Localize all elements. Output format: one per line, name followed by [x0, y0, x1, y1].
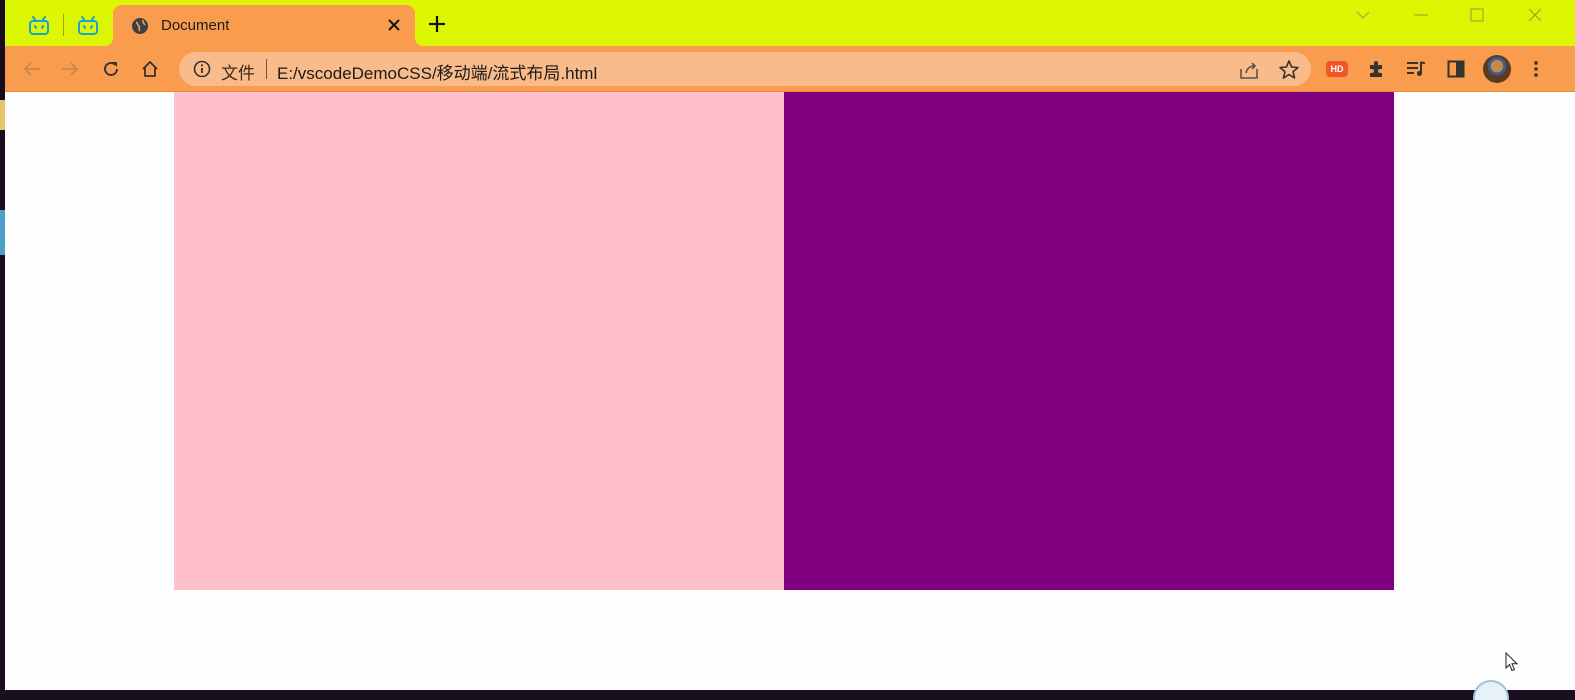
pinned-tab-bilibili[interactable]: [74, 12, 102, 40]
reload-icon: [104, 62, 118, 76]
window-close-button[interactable]: [1507, 0, 1563, 30]
tab-search-button[interactable]: [1335, 0, 1391, 30]
floating-widget[interactable]: [1473, 680, 1509, 700]
tab-close-button[interactable]: [383, 14, 405, 36]
bilibili-icon: [29, 16, 49, 35]
minimize-icon: [1414, 14, 1428, 16]
browser-menu-button[interactable]: [1521, 54, 1551, 84]
arrow-right-icon: [62, 62, 79, 76]
home-button[interactable]: [135, 54, 165, 84]
home-icon: [142, 61, 158, 77]
share-icon[interactable]: [1237, 58, 1261, 82]
tab-strip: Document: [5, 0, 1575, 46]
maximize-icon: [1470, 8, 1484, 22]
pinned-tab-bilibili[interactable]: [25, 12, 53, 40]
tab-separator: [63, 14, 64, 36]
tab-title: Document: [161, 17, 230, 34]
browser-window: Document 文件 E:/vscodeDemoCSS/移动端/流式布局.ht…: [5, 0, 1575, 700]
bookmark-star-icon[interactable]: [1277, 58, 1301, 82]
minimize-button[interactable]: [1393, 0, 1449, 30]
close-icon: [1528, 8, 1542, 22]
maximize-button[interactable]: [1449, 0, 1505, 30]
tab-document[interactable]: Document: [104, 5, 424, 46]
flow-layout-container: [174, 92, 1394, 590]
chevron-down-icon: [1356, 11, 1370, 19]
bilibili-icon: [78, 16, 98, 35]
media-queue-icon: [1407, 61, 1426, 76]
arrow-left-icon: [23, 62, 40, 76]
security-chip-label[interactable]: 文件: [221, 59, 255, 84]
side-panel-icon: [1447, 60, 1465, 78]
browser-toolbar: 文件 E:/vscodeDemoCSS/移动端/流式布局.html HD: [5, 46, 1575, 92]
avatar[interactable]: [1483, 55, 1511, 83]
info-icon[interactable]: [193, 60, 211, 78]
page-viewport: [5, 92, 1575, 700]
plus-icon: [429, 16, 445, 32]
kebab-menu-icon: [1534, 61, 1538, 77]
chip-divider: [266, 59, 267, 79]
back-button[interactable]: [17, 54, 47, 84]
puzzle-icon: [1370, 61, 1382, 77]
mouse-cursor-icon: [1505, 652, 1519, 672]
extensions-button[interactable]: [1362, 54, 1392, 84]
close-icon: [388, 19, 400, 31]
hd-extension-icon[interactable]: HD: [1326, 61, 1348, 77]
address-bar[interactable]: 文件 E:/vscodeDemoCSS/移动端/流式布局.html: [179, 52, 1311, 86]
reload-button[interactable]: [96, 54, 126, 84]
url-text[interactable]: E:/vscodeDemoCSS/移动端/流式布局.html: [277, 59, 597, 84]
new-tab-button[interactable]: [425, 12, 449, 36]
purple-box: [784, 92, 1394, 590]
globe-icon: [132, 18, 148, 34]
side-panel-button[interactable]: [1441, 54, 1471, 84]
media-control-button[interactable]: [1401, 54, 1431, 84]
pink-box: [174, 92, 784, 590]
forward-button[interactable]: [55, 54, 85, 84]
